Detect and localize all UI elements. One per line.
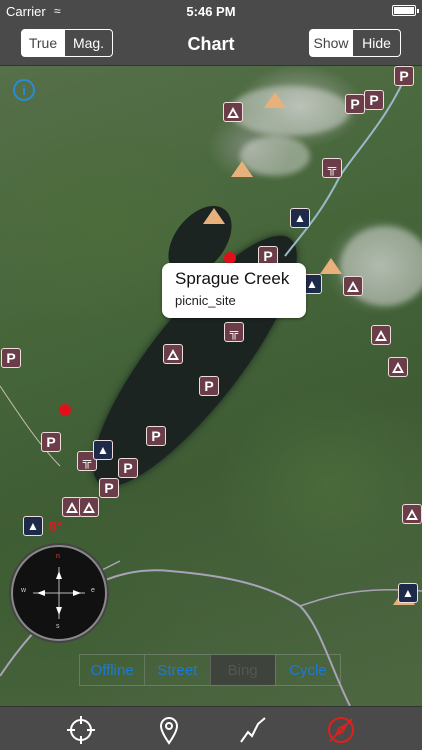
- compass-widget[interactable]: n s e w: [11, 545, 107, 641]
- peak-icon[interactable]: [203, 208, 225, 224]
- lookout-tower-icon[interactable]: ▲: [23, 516, 43, 536]
- offline-map-tab[interactable]: Offline: [80, 655, 144, 685]
- compass-west: w: [21, 587, 27, 594]
- lookout-tower-icon[interactable]: ▲: [93, 440, 113, 460]
- campsite-icon[interactable]: [371, 325, 391, 345]
- compass-off-icon[interactable]: [326, 715, 356, 745]
- peak-icon[interactable]: [264, 92, 286, 108]
- picnic-table-icon[interactable]: ╦: [322, 158, 342, 178]
- red-map-label: 8°: [49, 518, 63, 534]
- locate-icon[interactable]: [66, 715, 96, 745]
- lookout-tower-icon[interactable]: ▲: [398, 583, 418, 603]
- parking-icon[interactable]: P: [41, 432, 61, 452]
- compass-east: e: [91, 587, 95, 594]
- parking-icon[interactable]: P: [394, 66, 414, 86]
- parking-icon[interactable]: P: [364, 90, 384, 110]
- info-icon[interactable]: i: [13, 79, 35, 101]
- poi-type: picnic_site: [175, 293, 236, 308]
- lookout-tower-icon[interactable]: ▲: [290, 208, 310, 228]
- campsite-icon[interactable]: [163, 344, 183, 364]
- cycle-map-tab[interactable]: Cycle: [274, 655, 340, 685]
- parking-icon[interactable]: P: [199, 376, 219, 396]
- status-bar: Carrier ≈ 5:46 PM: [0, 0, 422, 22]
- status-time: 5:46 PM: [186, 4, 236, 19]
- parking-icon[interactable]: P: [99, 478, 119, 498]
- labels-segmented-control: Show Hide: [309, 29, 401, 57]
- compass-south: s: [56, 623, 60, 630]
- navigation-bar: True Mag. Chart Show Hide: [0, 22, 422, 66]
- peak-icon[interactable]: [320, 258, 342, 274]
- pin-icon[interactable]: [154, 715, 184, 745]
- compass-north: n: [56, 553, 60, 560]
- campsite-icon[interactable]: [79, 497, 99, 517]
- peak-icon[interactable]: [231, 161, 253, 177]
- picnic-table-icon[interactable]: ╦: [224, 322, 244, 342]
- map-source-selector: Offline Street Bing Cycle: [79, 654, 341, 686]
- route-icon[interactable]: [238, 715, 268, 745]
- parking-icon[interactable]: P: [118, 458, 138, 478]
- campsite-icon[interactable]: [388, 357, 408, 377]
- poi-pin-icon[interactable]: [59, 404, 71, 416]
- bottom-toolbar: [0, 706, 422, 750]
- street-map-tab[interactable]: Street: [144, 655, 209, 685]
- poi-name: Sprague Creek: [175, 269, 290, 288]
- parking-icon[interactable]: P: [146, 426, 166, 446]
- bing-map-tab[interactable]: Bing: [209, 655, 275, 685]
- show-option[interactable]: Show: [310, 30, 352, 56]
- poi-callout[interactable]: Sprague Creek picnic_site: [162, 263, 306, 318]
- campsite-icon[interactable]: [402, 504, 422, 524]
- campsite-icon[interactable]: [343, 276, 363, 296]
- battery-icon: [392, 5, 419, 16]
- parking-icon[interactable]: P: [345, 94, 365, 114]
- map-view[interactable]: i P P P P P P P P P P ╦ ╦ ╦ ▲ ▲ ▲ ▲ ▲ 8°…: [0, 66, 422, 706]
- hide-option[interactable]: Hide: [352, 30, 400, 56]
- parking-icon[interactable]: P: [1, 348, 21, 368]
- campsite-icon[interactable]: [223, 102, 243, 122]
